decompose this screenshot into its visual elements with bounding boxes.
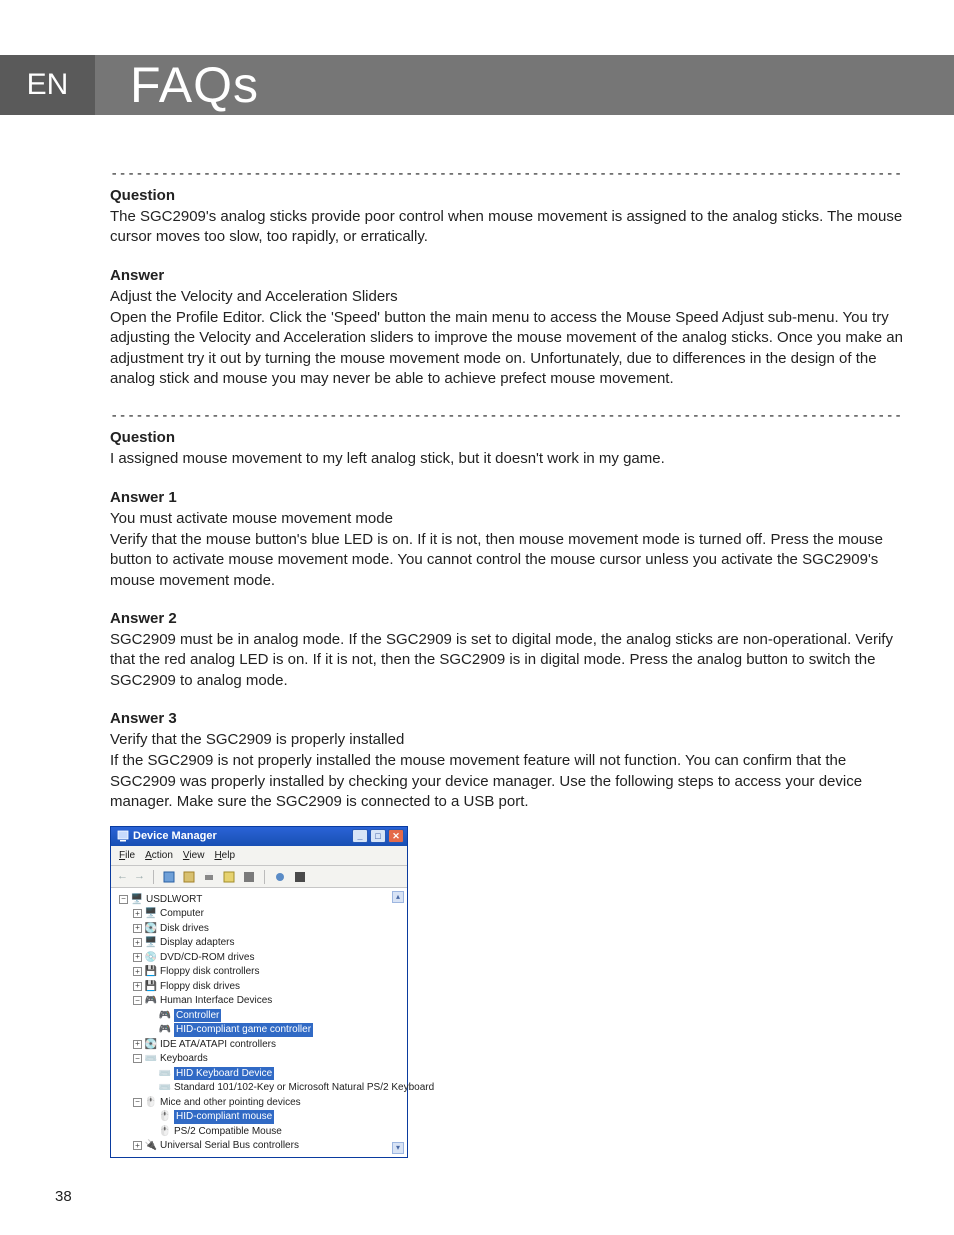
tree-item-selected[interactable]: 🎮Controller <box>147 1008 403 1023</box>
answer-text: Open the Profile Editor. Click the 'Spee… <box>110 308 904 389</box>
maximize-button[interactable]: □ <box>370 829 386 843</box>
menu-action[interactable]: Action <box>145 849 173 863</box>
scroll-down-icon[interactable]: ▾ <box>392 1142 404 1154</box>
answer-intro: Verify that the SGC2909 is properly inst… <box>110 730 904 750</box>
toolbar-icon[interactable] <box>293 870 307 884</box>
close-button[interactable]: ✕ <box>388 829 404 843</box>
minimize-button[interactable]: _ <box>352 829 368 843</box>
answer-heading: Answer 1 <box>110 488 904 508</box>
toolbar-icon[interactable] <box>222 870 236 884</box>
tree-item[interactable]: +🔌Universal Serial Bus controllers <box>133 1139 403 1154</box>
separator: ----------------------------------------… <box>110 165 904 184</box>
menu-bar: File Action View Help <box>111 846 407 867</box>
tree-item[interactable]: −⌨️Keyboards <box>133 1052 403 1067</box>
question-text: I assigned mouse movement to my left ana… <box>110 449 904 469</box>
tree-item[interactable]: +💾Floppy disk controllers <box>133 965 403 980</box>
answer-text: SGC2909 must be in analog mode. If the S… <box>110 630 904 691</box>
tree-item[interactable]: +💿DVD/CD-ROM drives <box>133 950 403 965</box>
menu-file[interactable]: File <box>119 849 135 863</box>
tree-item[interactable]: −🖱️Mice and other pointing devices <box>133 1095 403 1110</box>
tree-item[interactable]: +🖥️Display adapters <box>133 936 403 951</box>
tree-item[interactable]: 🖱️PS/2 Compatible Mouse <box>147 1124 403 1139</box>
question-heading: Question <box>110 428 904 448</box>
toolbar-icon[interactable] <box>273 870 287 884</box>
answer-intro: You must activate mouse movement mode <box>110 509 904 529</box>
header-bar: EN FAQs <box>0 55 954 115</box>
answer-text: Verify that the mouse button's blue LED … <box>110 530 904 591</box>
toolbar: ← → <box>111 866 407 888</box>
tree-item-selected[interactable]: 🖱️HID-compliant mouse <box>147 1110 403 1125</box>
language-badge: EN <box>0 55 95 115</box>
print-icon[interactable] <box>202 870 216 884</box>
answer-heading: Answer <box>110 266 904 286</box>
tree-item[interactable]: −🎮Human Interface Devices <box>133 994 403 1009</box>
menu-help[interactable]: Help <box>214 849 235 863</box>
page-number: 38 <box>55 1188 72 1205</box>
toolbar-icon[interactable] <box>182 870 196 884</box>
window-title-text: Device Manager <box>133 829 217 844</box>
tree-root[interactable]: −🖥️USDLWORT <box>119 892 403 907</box>
window-titlebar: Device Manager _ □ ✕ <box>111 827 407 846</box>
answer-heading: Answer 2 <box>110 609 904 629</box>
answer-text: If the SGC2909 is not properly installed… <box>110 751 904 812</box>
tree-item[interactable]: +💾Floppy disk drives <box>133 979 403 994</box>
device-manager-window: Device Manager _ □ ✕ File Action View He… <box>110 826 408 1158</box>
tree-item[interactable]: +🖥️Computer <box>133 907 403 922</box>
toolbar-icon[interactable] <box>242 870 256 884</box>
tree-item[interactable]: ⌨️Standard 101/102-Key or Microsoft Natu… <box>147 1081 403 1096</box>
answer-intro: Adjust the Velocity and Acceleration Sli… <box>110 287 904 307</box>
back-icon[interactable]: ← <box>117 869 128 884</box>
toolbar-icon[interactable] <box>162 870 176 884</box>
device-tree: ▴ ▾ −🖥️USDLWORT +🖥️Computer +💽Disk drive… <box>111 888 407 1157</box>
main-content: ----------------------------------------… <box>110 165 904 1158</box>
question-text: The SGC2909's analog sticks provide poor… <box>110 207 904 248</box>
tree-item[interactable]: +💽IDE ATA/ATAPI controllers <box>133 1037 403 1052</box>
tree-item-selected[interactable]: ⌨️HID Keyboard Device <box>147 1066 403 1081</box>
system-icon <box>117 830 129 842</box>
answer-heading: Answer 3 <box>110 709 904 729</box>
tree-item-selected[interactable]: 🎮HID-compliant game controller <box>147 1023 403 1038</box>
question-heading: Question <box>110 186 904 206</box>
page-title: FAQs <box>130 56 259 114</box>
menu-view[interactable]: View <box>183 849 205 863</box>
separator: ----------------------------------------… <box>110 407 904 426</box>
forward-icon[interactable]: → <box>134 869 145 884</box>
scroll-up-icon[interactable]: ▴ <box>392 891 404 903</box>
tree-item[interactable]: +💽Disk drives <box>133 921 403 936</box>
